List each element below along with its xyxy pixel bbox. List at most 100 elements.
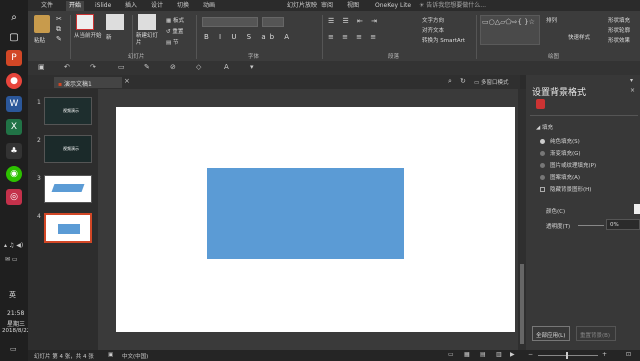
slide-thumbnail[interactable] — [44, 175, 92, 203]
new-slide-from-current-icon[interactable] — [106, 14, 124, 30]
reset-button[interactable]: ↺ 重置 — [166, 27, 183, 35]
zoom-slider[interactable] — [538, 355, 598, 356]
hide-bg-checkbox[interactable] — [540, 187, 545, 192]
fit-slide-icon[interactable]: ⊡ — [626, 351, 631, 358]
radio-picture-fill[interactable] — [540, 163, 545, 168]
customize-icon[interactable]: ▾ — [250, 63, 254, 71]
pen-icon[interactable]: ✎ — [144, 63, 150, 71]
slide-thumbnail-selected[interactable] — [44, 213, 92, 243]
reading-view-icon[interactable]: ▥ — [496, 351, 502, 358]
quick-styles-button[interactable]: 快速样式 — [568, 33, 590, 41]
font-name-select[interactable] — [202, 17, 258, 27]
pane-options-icon[interactable]: ▾ — [630, 77, 633, 84]
arrange-button[interactable]: 排列 — [546, 16, 557, 24]
search-icon[interactable]: ⌕ — [6, 10, 22, 26]
copy-icon[interactable]: ⧉ — [56, 25, 61, 34]
language-indicator[interactable]: 中文(中国) — [122, 352, 148, 360]
search-icon[interactable]: ⌕ — [448, 77, 452, 86]
app-icon[interactable]: ◎ — [6, 189, 22, 205]
ime-indicator[interactable]: 英 — [9, 290, 16, 300]
new-slide-label-a[interactable]: 新 — [106, 33, 112, 41]
convert-smartart-button[interactable]: 转换为 SmartArt — [422, 36, 465, 44]
refresh-icon[interactable]: ↻ — [460, 77, 466, 85]
text-direction-button[interactable]: 文字方向 — [422, 16, 444, 24]
excel-icon[interactable]: X — [6, 119, 22, 135]
blue-rectangle-shape[interactable] — [207, 168, 404, 259]
transparency-input[interactable]: 0% — [606, 219, 640, 230]
slide-thumbnail[interactable]: 视频演示 — [44, 135, 92, 163]
align-buttons[interactable]: ≡ ≡ ≡ ≡ — [328, 33, 379, 41]
zoom-slider-thumb[interactable] — [566, 352, 568, 359]
tab-animations[interactable]: 动画 — [200, 1, 218, 11]
spellcheck-icon[interactable]: ▣ — [108, 352, 113, 358]
fill-section-header[interactable]: ◢ 填充 — [536, 123, 553, 131]
shape-outline-button[interactable]: 形状轮廓 — [608, 26, 630, 34]
slide-thumbnail[interactable]: 视频演示 — [44, 97, 92, 125]
wechat-icon[interactable]: ◉ — [6, 166, 22, 182]
undo-icon[interactable]: ↶ — [64, 63, 70, 71]
shape-fill-button[interactable]: 形状填充 — [608, 16, 630, 24]
vertical-scrollbar[interactable] — [518, 89, 526, 350]
zoom-in-icon[interactable]: + — [602, 351, 607, 358]
align-text-button[interactable]: 对齐文本 — [422, 26, 444, 34]
tell-me-search[interactable]: ☀ 告诉我您想要做什么... — [416, 1, 489, 11]
zoom-out-icon[interactable]: − — [528, 351, 533, 358]
shape-effects-button[interactable]: 形状效果 — [608, 36, 630, 44]
chrome-icon[interactable]: ● — [6, 73, 22, 89]
layout-button[interactable]: ▦ 板式 — [166, 16, 184, 24]
normal-view-icon[interactable]: ▦ — [464, 351, 470, 358]
powerpoint-icon[interactable]: P — [6, 50, 22, 66]
new-slide-icon[interactable] — [138, 14, 156, 30]
tab-view[interactable]: 视图 — [344, 1, 362, 11]
shapes-icon[interactable]: ◇ — [196, 63, 201, 71]
section-button[interactable]: ▤ 节 — [166, 38, 178, 46]
reset-background-button[interactable]: 重置背景(B) — [576, 326, 616, 341]
radio-gradient-fill[interactable] — [540, 151, 545, 156]
new-slide-button[interactable]: 新建幻灯片 — [136, 33, 162, 47]
link-icon[interactable]: ⊘ — [170, 63, 176, 71]
notes-icon[interactable]: ▭ — [448, 351, 454, 358]
present-icon[interactable]: ▭ — [118, 63, 125, 71]
qq-icon[interactable]: ♣ — [6, 143, 22, 159]
from-current-icon[interactable] — [76, 14, 94, 30]
word-icon[interactable]: W — [6, 96, 22, 112]
close-pane-icon[interactable]: × — [630, 87, 635, 94]
notification-icon[interactable]: ▭ — [10, 345, 17, 353]
tab-insert[interactable]: 插入 — [122, 1, 140, 11]
tab-review[interactable]: 审阅 — [318, 1, 336, 11]
text-icon[interactable]: A — [224, 63, 229, 71]
clock-time[interactable]: 21:58 — [7, 310, 24, 317]
radio-solid-fill[interactable] — [540, 139, 545, 144]
tab-onekey[interactable]: OneKey Lite — [372, 1, 414, 11]
tab-islide[interactable]: iSlide — [92, 1, 114, 11]
paste-icon[interactable] — [34, 15, 50, 33]
save-icon[interactable]: ▣ — [38, 63, 45, 71]
font-size-select[interactable] — [262, 17, 284, 27]
task-view-icon[interactable]: ▢ — [6, 30, 22, 46]
transparency-slider[interactable] — [578, 225, 604, 226]
close-tab-icon[interactable]: × — [124, 77, 130, 85]
fill-bucket-icon[interactable] — [536, 99, 545, 109]
tab-home[interactable]: 开始 — [66, 1, 85, 11]
scrollbar-thumb[interactable] — [520, 264, 524, 344]
tray-icons[interactable]: ▴ ♫ ◀) — [4, 242, 23, 249]
doc-tab[interactable]: ▪ 演示文稿1 — [54, 77, 122, 88]
font-format-buttons[interactable]: B I U S ab A — [204, 33, 293, 41]
format-painter-icon[interactable]: ✎ — [56, 35, 62, 43]
list-buttons[interactable]: ☰ ☰ ⇤ ⇥ — [328, 17, 380, 25]
paste-button[interactable]: 粘贴 — [34, 36, 45, 44]
sorter-view-icon[interactable]: ▤ — [480, 351, 486, 358]
redo-icon[interactable]: ↷ — [90, 63, 96, 71]
tab-transitions[interactable]: 切换 — [174, 1, 192, 11]
color-picker-button[interactable] — [634, 204, 640, 214]
tray-icons-2[interactable]: ✉ ▭ — [5, 256, 18, 263]
from-current-button[interactable]: 从当前开始 — [74, 33, 102, 40]
multi-window-toggle[interactable]: ▭ 多窗口模式 — [474, 78, 508, 86]
shapes-gallery[interactable]: ▭○△▱⬠⇨{ }☆ — [480, 15, 540, 45]
slideshow-icon[interactable]: ▶ — [510, 351, 515, 358]
tab-design[interactable]: 设计 — [148, 1, 166, 11]
tab-file[interactable]: 文件 — [38, 1, 56, 11]
cut-icon[interactable]: ✂ — [56, 15, 62, 23]
tab-slideshow[interactable]: 幻灯片放映 — [284, 1, 320, 11]
radio-pattern-fill[interactable] — [540, 175, 545, 180]
